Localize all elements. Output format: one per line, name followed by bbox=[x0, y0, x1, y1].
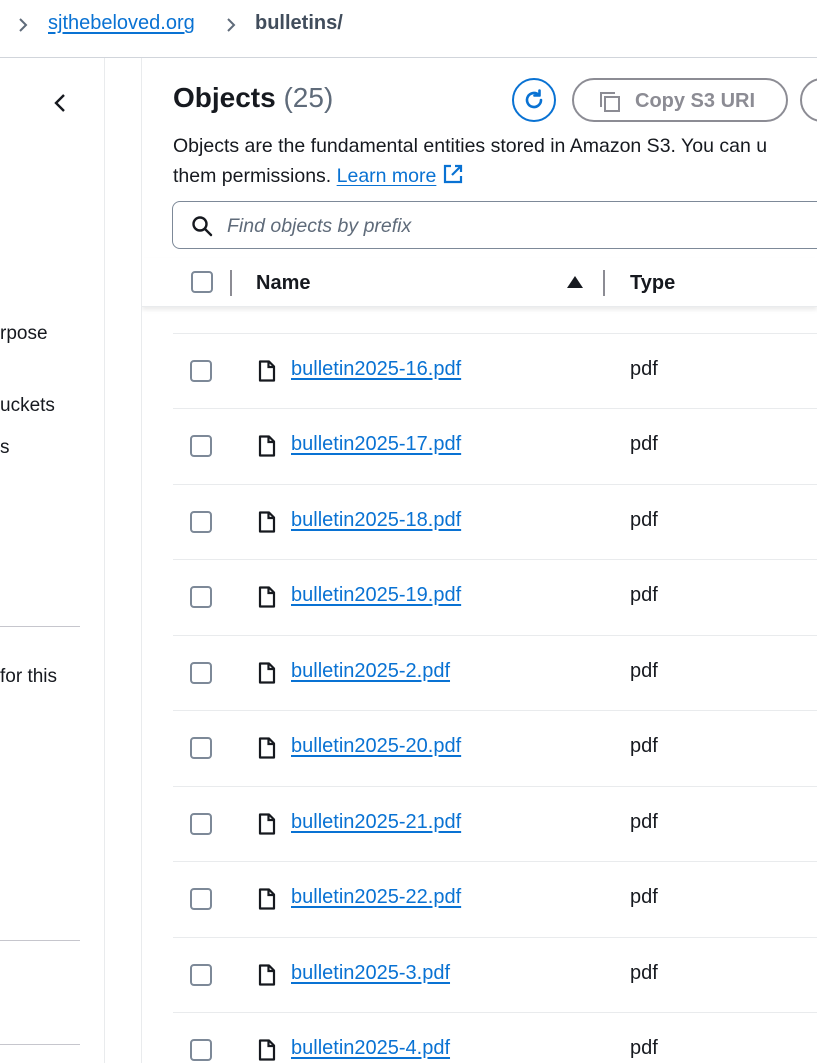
object-type: pdf bbox=[630, 735, 658, 757]
description-text: Objects are the fundamental entities sto… bbox=[173, 135, 768, 157]
row-checkbox[interactable] bbox=[190, 435, 212, 457]
row-checkbox[interactable] bbox=[190, 662, 212, 684]
search-field[interactable] bbox=[172, 201, 817, 249]
external-link-icon bbox=[443, 164, 462, 184]
chevron-right-icon bbox=[19, 18, 28, 32]
copy-s3-uri-label: Copy S3 URI bbox=[635, 90, 756, 112]
row-checkbox[interactable] bbox=[190, 888, 212, 910]
object-type: pdf bbox=[630, 962, 658, 984]
object-name-link[interactable]: bulletin2025-4.pdf bbox=[291, 1037, 450, 1060]
nav-item-fragment[interactable]: s bbox=[0, 437, 10, 459]
object-type: pdf bbox=[630, 509, 658, 531]
left-navigation: rpose uckets s for this bbox=[0, 58, 105, 1063]
breadcrumb-bucket-link[interactable]: sjthebeloved.org bbox=[48, 12, 195, 35]
file-icon bbox=[258, 435, 276, 457]
row-checkbox[interactable] bbox=[190, 813, 212, 835]
refresh-icon bbox=[525, 89, 543, 109]
object-name-link[interactable]: bulletin2025-17.pdf bbox=[291, 433, 461, 456]
copy-url-button[interactable] bbox=[800, 78, 817, 122]
sort-ascending-icon[interactable] bbox=[566, 275, 584, 289]
table-header: Name Type bbox=[142, 258, 817, 307]
row-checkbox[interactable] bbox=[190, 1039, 212, 1061]
search-input[interactable] bbox=[225, 211, 729, 241]
object-name-link[interactable]: bulletin2025-18.pdf bbox=[291, 509, 461, 532]
file-icon bbox=[258, 360, 276, 382]
object-type: pdf bbox=[630, 584, 658, 606]
object-name-link[interactable]: bulletin2025-2.pdf bbox=[291, 660, 450, 683]
nav-divider bbox=[0, 626, 80, 627]
file-icon bbox=[258, 511, 276, 533]
row-checkbox[interactable] bbox=[190, 964, 212, 986]
column-divider[interactable] bbox=[230, 270, 232, 296]
learn-more-link[interactable]: Learn more bbox=[337, 165, 437, 187]
nav-divider bbox=[0, 1044, 80, 1045]
collapse-nav-chevron-icon[interactable] bbox=[50, 92, 70, 114]
chevron-right-icon bbox=[227, 18, 236, 32]
row-checkbox[interactable] bbox=[190, 360, 212, 382]
object-name-link[interactable]: bulletin2025-3.pdf bbox=[291, 962, 450, 985]
object-type: pdf bbox=[630, 1037, 658, 1059]
breadcrumb-current-folder: bulletins/ bbox=[255, 12, 343, 34]
description-text: them permissions. bbox=[173, 165, 332, 187]
row-checkbox[interactable] bbox=[190, 737, 212, 759]
nav-item-fragment: for this bbox=[0, 666, 58, 687]
copy-icon bbox=[600, 92, 620, 112]
object-name-link[interactable]: bulletin2025-22.pdf bbox=[291, 886, 461, 909]
objects-description: Objects are the fundamental entities sto… bbox=[173, 131, 817, 191]
table-row: bulletin2025-17.pdf pdf bbox=[173, 408, 817, 484]
file-icon bbox=[258, 813, 276, 835]
table-row: bulletin2025-2.pdf pdf bbox=[173, 635, 817, 711]
refresh-button[interactable] bbox=[512, 78, 556, 122]
object-name-link[interactable]: bulletin2025-16.pdf bbox=[291, 358, 461, 381]
objects-title: Objects bbox=[173, 82, 276, 113]
nav-panel-strip bbox=[105, 58, 142, 1063]
row-checkbox[interactable] bbox=[190, 586, 212, 608]
table-row: bulletin2025-18.pdf pdf bbox=[173, 484, 817, 560]
column-header-type[interactable]: Type bbox=[630, 272, 675, 295]
row-checkbox[interactable] bbox=[190, 511, 212, 533]
table-row: bulletin2025-21.pdf pdf bbox=[173, 786, 817, 862]
search-icon bbox=[192, 216, 213, 237]
nav-divider bbox=[0, 940, 80, 941]
nav-item-fragment[interactable]: uckets bbox=[0, 395, 55, 417]
page-title: Objects (25) bbox=[173, 82, 333, 114]
object-type: pdf bbox=[630, 886, 658, 908]
table-row: bulletin2025-20.pdf pdf bbox=[173, 710, 817, 786]
objects-panel: Objects (25) Copy S3 URI Objects are the… bbox=[142, 58, 817, 1063]
file-icon bbox=[258, 737, 276, 759]
object-name-link[interactable]: bulletin2025-19.pdf bbox=[291, 584, 461, 607]
file-icon bbox=[258, 964, 276, 986]
table-row: bulletin2025-22.pdf pdf bbox=[173, 861, 817, 937]
objects-count: (25) bbox=[283, 82, 334, 113]
file-icon bbox=[258, 888, 276, 910]
object-type: pdf bbox=[630, 660, 658, 682]
object-type: pdf bbox=[630, 358, 658, 380]
table-row: bulletin2025-3.pdf pdf bbox=[173, 937, 817, 1013]
object-name-link[interactable]: bulletin2025-20.pdf bbox=[291, 735, 461, 758]
file-icon bbox=[258, 586, 276, 608]
breadcrumb: sjthebeloved.org bulletins/ bbox=[0, 0, 817, 58]
copy-s3-uri-button[interactable]: Copy S3 URI bbox=[572, 78, 788, 122]
column-header-name[interactable]: Name bbox=[256, 272, 310, 295]
object-name-link[interactable]: bulletin2025-21.pdf bbox=[291, 811, 461, 834]
table-row: bulletin2025-4.pdf pdf bbox=[173, 1012, 817, 1063]
column-divider[interactable] bbox=[603, 270, 605, 296]
table-row: bulletin2025-16.pdf pdf bbox=[173, 333, 817, 409]
file-icon bbox=[258, 1039, 276, 1061]
select-all-checkbox[interactable] bbox=[191, 271, 213, 293]
object-type: pdf bbox=[630, 811, 658, 833]
object-type: pdf bbox=[630, 433, 658, 455]
table-row: bulletin2025-19.pdf pdf bbox=[173, 559, 817, 635]
file-icon bbox=[258, 662, 276, 684]
nav-item-fragment[interactable]: rpose bbox=[0, 323, 48, 345]
